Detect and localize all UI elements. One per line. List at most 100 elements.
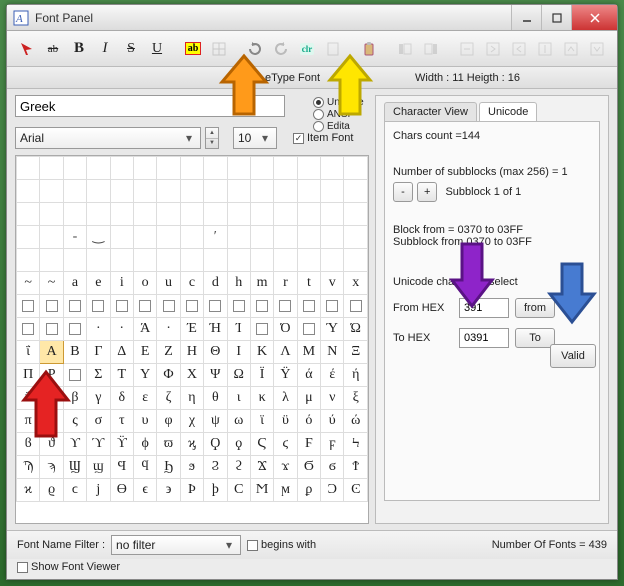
- font-size-combo[interactable]: 10 ▾: [233, 127, 277, 149]
- char-cell[interactable]: ~: [40, 272, 63, 295]
- char-cell[interactable]: Ψ: [204, 364, 227, 387]
- char-cell[interactable]: Ϛ: [250, 433, 273, 456]
- char-cell[interactable]: [133, 180, 156, 203]
- char-cell[interactable]: Ϙ: [204, 433, 227, 456]
- char-cell[interactable]: Ϋ: [274, 364, 297, 387]
- char-cell[interactable]: Ϝ: [297, 433, 320, 456]
- char-cell[interactable]: ·: [157, 318, 180, 341]
- char-cell[interactable]: [110, 295, 133, 318]
- char-cell[interactable]: [274, 295, 297, 318]
- char-cell[interactable]: ό: [297, 410, 320, 433]
- char-cell[interactable]: [321, 157, 344, 180]
- char-cell[interactable]: ·: [110, 318, 133, 341]
- char-cell[interactable]: [17, 180, 40, 203]
- char-cell[interactable]: Ϧ: [157, 456, 180, 479]
- char-cell[interactable]: [63, 157, 86, 180]
- char-cell[interactable]: έ: [321, 364, 344, 387]
- char-cell[interactable]: [110, 203, 133, 226]
- radio-ansi[interactable]: ANSI: [313, 109, 364, 120]
- char-cell[interactable]: [63, 318, 86, 341]
- char-cell[interactable]: Ϣ: [63, 456, 86, 479]
- char-cell[interactable]: t: [297, 272, 320, 295]
- char-cell[interactable]: A: [40, 341, 63, 364]
- char-cell[interactable]: [110, 157, 133, 180]
- char-cell[interactable]: [344, 203, 368, 226]
- char-cell[interactable]: Ͻ: [321, 479, 344, 502]
- font-family-spinner[interactable]: ▲▼: [205, 127, 219, 149]
- char-cell[interactable]: [274, 226, 297, 249]
- arrow-tool-icon[interactable]: [15, 37, 39, 61]
- char-cell[interactable]: ϛ: [274, 433, 297, 456]
- char-cell[interactable]: Ύ: [321, 318, 344, 341]
- char-cell[interactable]: [87, 157, 110, 180]
- char-cell[interactable]: [180, 226, 203, 249]
- char-cell[interactable]: ϣ: [87, 456, 110, 479]
- char-cell[interactable]: ΐ: [17, 341, 40, 364]
- char-cell[interactable]: [180, 249, 203, 272]
- char-cell[interactable]: [133, 203, 156, 226]
- char-cell[interactable]: r: [274, 272, 297, 295]
- char-cell[interactable]: ϊ: [250, 410, 273, 433]
- char-cell[interactable]: [227, 249, 250, 272]
- char-cell[interactable]: ϻ: [274, 479, 297, 502]
- char-cell[interactable]: Ϯ: [344, 456, 368, 479]
- char-cell[interactable]: i: [110, 272, 133, 295]
- char-cell[interactable]: [204, 203, 227, 226]
- char-cell[interactable]: Θ: [204, 341, 227, 364]
- align-3-icon[interactable]: [507, 37, 531, 61]
- char-cell[interactable]: [17, 318, 40, 341]
- char-cell[interactable]: [344, 180, 368, 203]
- char-cell[interactable]: φ: [157, 410, 180, 433]
- char-cell[interactable]: [133, 157, 156, 180]
- char-cell[interactable]: [227, 157, 250, 180]
- char-cell[interactable]: ϰ: [17, 479, 40, 502]
- char-cell[interactable]: ‿: [87, 226, 110, 249]
- char-cell[interactable]: ϋ: [274, 410, 297, 433]
- align-6-icon[interactable]: [585, 37, 609, 61]
- char-cell[interactable]: [250, 249, 273, 272]
- char-cell[interactable]: [297, 318, 320, 341]
- char-cell[interactable]: [227, 295, 250, 318]
- char-cell[interactable]: [274, 180, 297, 203]
- char-cell[interactable]: ϡ: [40, 456, 63, 479]
- char-cell[interactable]: [87, 203, 110, 226]
- char-cell[interactable]: ϼ: [297, 479, 320, 502]
- char-cell[interactable]: [63, 364, 86, 387]
- char-cell[interactable]: [204, 249, 227, 272]
- italic-icon[interactable]: I: [93, 37, 117, 61]
- char-cell[interactable]: Ω: [227, 364, 250, 387]
- char-cell[interactable]: ά: [297, 364, 320, 387]
- char-cell[interactable]: x: [344, 272, 368, 295]
- char-cell[interactable]: [274, 203, 297, 226]
- char-cell[interactable]: Ξ: [344, 341, 368, 364]
- col-left-icon[interactable]: [393, 37, 417, 61]
- radio-editable[interactable]: Edita: [313, 121, 364, 132]
- char-cell[interactable]: [87, 295, 110, 318]
- strikethrough-icon[interactable]: S: [119, 37, 143, 61]
- char-cell[interactable]: σ: [87, 410, 110, 433]
- char-cell[interactable]: Ϊ: [250, 364, 273, 387]
- align-1-icon[interactable]: [455, 37, 479, 61]
- font-filter-combo[interactable]: no filter ▾: [111, 535, 241, 555]
- char-cell[interactable]: ϸ: [204, 479, 227, 502]
- char-cell[interactable]: [133, 226, 156, 249]
- char-cell[interactable]: ′: [204, 226, 227, 249]
- close-button[interactable]: [571, 5, 617, 30]
- char-cell[interactable]: Ϻ: [250, 479, 273, 502]
- char-cell[interactable]: [17, 203, 40, 226]
- char-cell[interactable]: τ: [110, 410, 133, 433]
- show-font-viewer-checkbox[interactable]: Show Font Viewer: [17, 561, 607, 573]
- char-cell[interactable]: ή: [344, 364, 368, 387]
- char-cell[interactable]: β: [63, 387, 86, 410]
- char-cell[interactable]: ΰ: [17, 387, 40, 410]
- char-cell[interactable]: Ό: [274, 318, 297, 341]
- char-grid[interactable]: -‿′~~aeioucdhmrtvx··Ά·ΈΉΊΌΎΏΐAΒΓΔΕΖΗΘΙΚΛ…: [16, 156, 368, 502]
- char-cell[interactable]: Ώ: [344, 318, 368, 341]
- char-cell[interactable]: ϖ: [157, 433, 180, 456]
- char-cell[interactable]: [297, 157, 320, 180]
- from-button[interactable]: from: [515, 298, 555, 318]
- char-cell[interactable]: Λ: [274, 341, 297, 364]
- rotate-ccw-icon[interactable]: [269, 37, 293, 61]
- char-cell[interactable]: Σ: [87, 364, 110, 387]
- char-cell[interactable]: Ϩ: [204, 456, 227, 479]
